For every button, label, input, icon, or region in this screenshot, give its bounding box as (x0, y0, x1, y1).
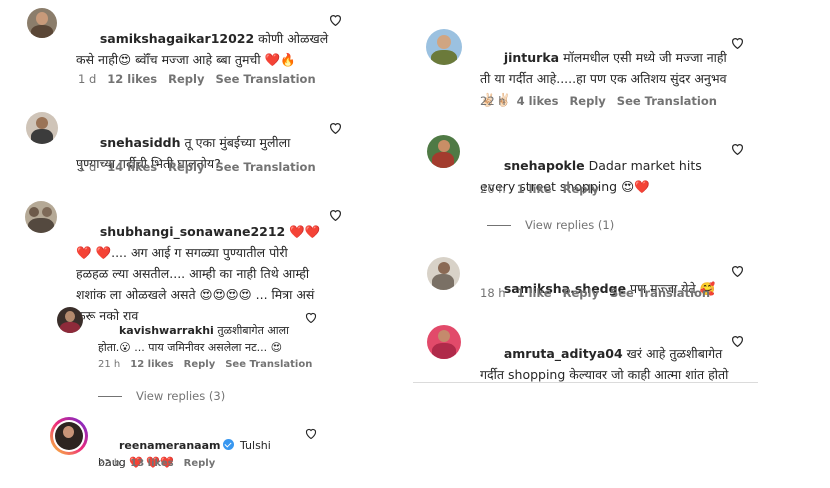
verified-badge-icon (222, 439, 234, 450)
avatar[interactable] (50, 417, 88, 455)
view-replies-button[interactable]: View replies (1) (487, 218, 614, 232)
comments-panel-right: jinturka मॉलमधील एसी मध्ये जी मज्जा नाही… (413, 0, 758, 383)
avatar[interactable] (427, 257, 460, 290)
comment-item: amruta_aditya04 खरं आहे तुळशीबागेत गर्दी… (413, 322, 758, 382)
username-link[interactable]: snehapokle (504, 158, 585, 173)
reply-button[interactable]: Reply (563, 182, 599, 196)
see-translation-button[interactable]: See Translation (215, 72, 315, 86)
avatar[interactable] (57, 307, 83, 333)
likes-count[interactable]: 4 likes (517, 94, 559, 108)
likes-count[interactable]: 1 like (517, 182, 552, 196)
likes-count[interactable]: 1 like (517, 286, 552, 300)
heart-outline-icon[interactable] (329, 209, 343, 223)
heart-outline-icon[interactable] (329, 122, 343, 136)
reply-button[interactable]: Reply (184, 359, 216, 370)
reply-time: 21 h (98, 359, 121, 370)
likes-count[interactable]: 12 likes (130, 359, 173, 370)
divider-line (98, 396, 122, 397)
likes-count[interactable]: 14 likes (107, 160, 157, 174)
comment-item: shubhangi_sonawane2212 ❤️❤️❤️ ❤️.... अग … (0, 195, 355, 323)
comment-item: snehasiddh तू एका मुंबईच्या मुलीला पुण्य… (0, 104, 355, 184)
username-link[interactable]: kavishwarrakhi (119, 324, 214, 337)
avatar[interactable] (427, 325, 461, 359)
divider-line (487, 225, 511, 226)
comment-text: amruta_aditya04 खरं आहे तुळशीबागेत गर्दी… (480, 346, 729, 382)
heart-outline-icon[interactable] (305, 312, 319, 326)
heart-outline-icon[interactable] (731, 37, 745, 51)
comment-text: jinturka मॉलमधील एसी मध्ये जी मज्जा नाही… (480, 50, 731, 107)
username-link[interactable]: samikshagaikar12022 (100, 31, 254, 46)
avatar[interactable] (426, 29, 462, 65)
see-translation-button[interactable]: See Translation (225, 359, 312, 370)
reply-item: reenameranaam Tulshi baug ❤️ ❤️❤️ 22 h 13… (0, 414, 355, 474)
comment-time: 1 d (78, 72, 97, 86)
reply-button[interactable]: Reply (563, 286, 599, 300)
view-replies-button[interactable]: View replies (3) (98, 389, 225, 403)
reply-button[interactable]: Reply (569, 94, 605, 108)
comment-text: snehasiddh तू एका मुंबईच्या मुलीला पुण्य… (76, 135, 295, 171)
comment-meta: 1 d 14 likes Reply See Translation (78, 160, 327, 174)
heart-outline-icon[interactable] (731, 335, 745, 349)
reply-time: 22 h (98, 458, 121, 469)
see-translation-button[interactable]: See Translation (617, 94, 717, 108)
comment-time: 1 d (78, 160, 97, 174)
username-link[interactable]: snehasiddh (100, 135, 181, 150)
reply-item: kavishwarrakhi तुळशीबागेत आला होता.😮 ...… (0, 302, 355, 382)
avatar[interactable] (27, 8, 57, 38)
avatar[interactable] (26, 112, 58, 144)
username-link[interactable]: shubhangi_sonawane2212 (100, 224, 285, 239)
reply-button[interactable]: Reply (168, 160, 204, 174)
heart-outline-icon[interactable] (305, 428, 319, 442)
comment-item: samiksha.shedge पण मज्जा येते 🥰 18 h1 li… (413, 256, 758, 306)
comment-meta: 22 h 4 likes Reply See Translation (480, 94, 728, 108)
comment-time: 20 h (480, 182, 506, 196)
see-translation-button[interactable]: See Translation (215, 160, 315, 174)
comment-time: 22 h (480, 94, 506, 108)
username-link[interactable]: jinturka (504, 50, 559, 65)
reply-text: reenameranaam Tulshi baug ❤️ ❤️❤️ (98, 439, 275, 469)
avatar[interactable] (25, 201, 57, 233)
heart-outline-icon[interactable] (329, 14, 343, 28)
heart-outline-icon[interactable] (731, 143, 745, 157)
username-link[interactable]: reenameranaam (119, 439, 221, 452)
heart-outline-icon[interactable] (731, 265, 745, 279)
avatar[interactable] (427, 135, 460, 168)
see-translation-button[interactable]: See Translation (610, 286, 710, 300)
comment-item: samikshagaikar12022 कोणी ओळखले कसे नाही😍… (0, 0, 355, 95)
comment-meta: 20 h 1 like Reply (480, 182, 610, 196)
reply-button[interactable]: Reply (168, 72, 204, 86)
likes-count[interactable]: 12 likes (107, 72, 157, 86)
comment-item: jinturka मॉलमधील एसी मध्ये जी मज्जा नाही… (413, 22, 758, 112)
username-link[interactable]: amruta_aditya04 (504, 346, 623, 361)
reply-meta: 21 h 12 likes Reply See Translation (98, 359, 322, 370)
reply-button[interactable]: Reply (184, 458, 216, 469)
comments-panel-left: samikshagaikar12022 कोणी ओळखले कसे नाही😍… (0, 0, 355, 469)
comment-item: snehapokle Dadar market hits every stree… (413, 132, 758, 202)
comment-meta: 1 d 12 likes Reply See Translation (78, 72, 327, 86)
comment-time: 18 h (480, 286, 506, 300)
comment-text: snehapokle Dadar market hits every stree… (480, 158, 706, 194)
likes-count[interactable]: 13 likes (130, 458, 173, 469)
comment-meta: 18 h 1 like Reply See Translation (480, 286, 721, 300)
reply-meta: 22 h 13 likes Reply (98, 458, 225, 469)
